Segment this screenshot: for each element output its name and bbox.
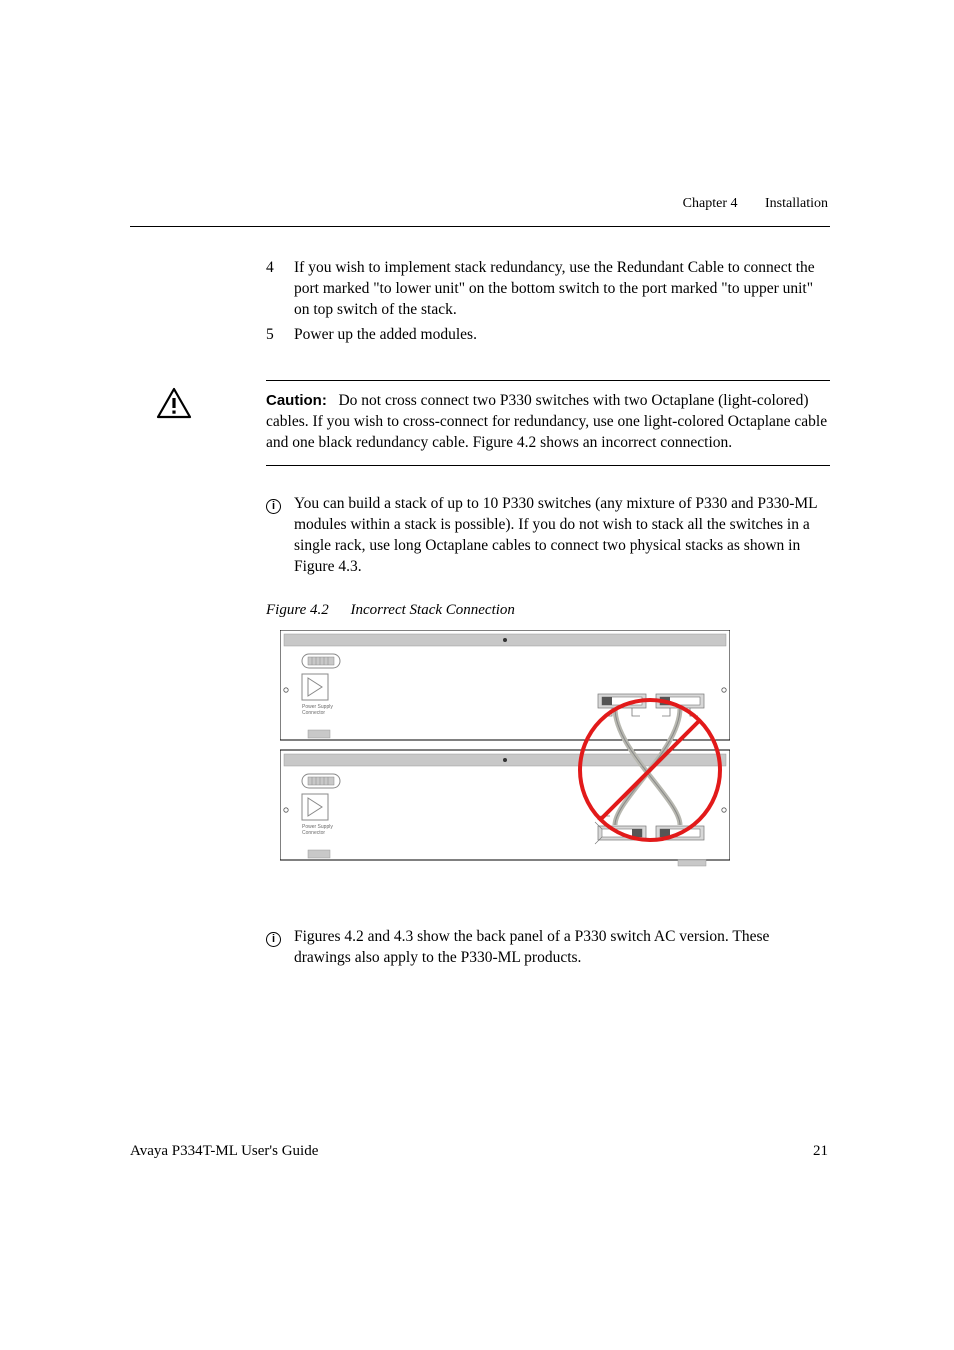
caution-block: Caution: Do not cross connect two P330 s…: [266, 380, 830, 467]
body-content: 4 If you wish to implement stack redunda…: [266, 258, 830, 969]
note-text: Figures 4.2 and 4.3 show the back panel …: [294, 927, 830, 969]
note-row: i Figures 4.2 and 4.3 show the back pane…: [266, 927, 830, 969]
caution-label: Caution:: [266, 392, 327, 409]
chapter-title: Installation: [765, 196, 828, 211]
info-icon: i: [266, 494, 294, 578]
step-text: If you wish to implement stack redundanc…: [294, 258, 830, 321]
page-number: 21: [813, 1143, 828, 1160]
figure-title: Incorrect Stack Connection: [351, 602, 515, 618]
psu-label-line2b: Connector: [302, 830, 325, 836]
figure-number: Figure 4.2: [266, 602, 329, 618]
step-number: 4: [266, 258, 294, 321]
caution-icon: [156, 387, 192, 419]
psu-label-line2: Connector: [302, 710, 325, 716]
step-text: Power up the added modules.: [294, 325, 830, 346]
chapter-label: Chapter 4: [683, 196, 738, 211]
list-item: 4 If you wish to implement stack redunda…: [266, 258, 830, 321]
note-row: i You can build a stack of up to 10 P330…: [266, 494, 830, 578]
footer-doc-title: Avaya P334T-ML User's Guide: [130, 1143, 318, 1160]
list-item: 5 Power up the added modules.: [266, 325, 830, 346]
header-rule: [130, 226, 830, 227]
page-header: Chapter 4 Installation: [683, 196, 828, 212]
figure-image: Power Supply Connector: [280, 630, 730, 897]
step-number: 5: [266, 325, 294, 346]
caution-body: Do not cross connect two P330 switches w…: [266, 392, 827, 451]
note-text: You can build a stack of up to 10 P330 s…: [294, 494, 830, 578]
figure-caption: Figure 4.2 Incorrect Stack Connection: [266, 600, 830, 620]
info-icon: i: [266, 927, 294, 969]
